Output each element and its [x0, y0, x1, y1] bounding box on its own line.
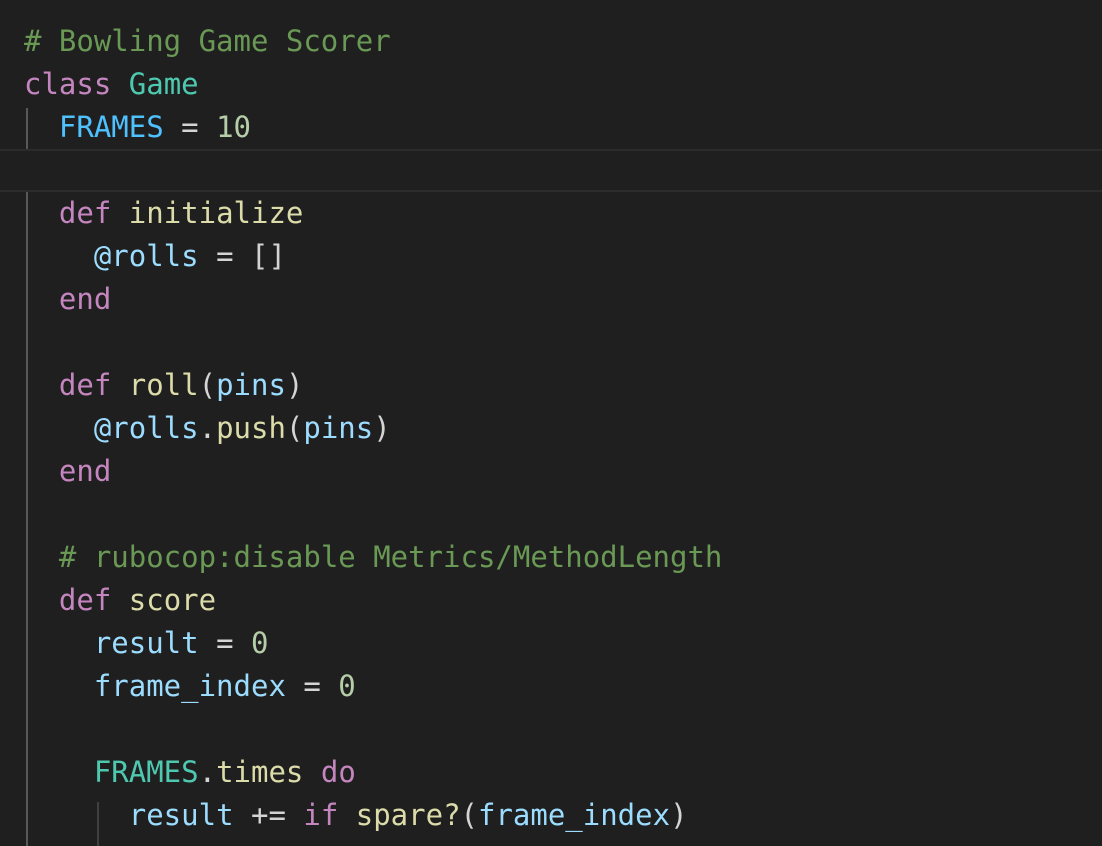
token-keyword: end	[58, 282, 112, 316]
token-func: times	[216, 755, 304, 789]
token-const: FRAMES	[58, 110, 164, 144]
code-line[interactable]: end	[0, 278, 1102, 321]
code-line[interactable]: @rolls = []	[0, 235, 1102, 278]
token-op	[24, 626, 94, 660]
token-op	[24, 669, 94, 703]
token-op	[24, 411, 94, 445]
code-line[interactable]: # Bowling Game Scorer	[0, 20, 1102, 63]
token-class: Game	[128, 67, 199, 101]
token-func: push	[216, 411, 286, 445]
token-op	[111, 196, 128, 230]
token-var: result	[128, 798, 234, 832]
token-number: 10	[216, 110, 251, 144]
token-op	[24, 282, 59, 316]
code-line[interactable]	[0, 321, 1102, 364]
token-op: = []	[198, 239, 286, 273]
token-keyword: do	[320, 755, 356, 789]
token-op: =	[285, 669, 339, 703]
code-line[interactable]: FRAMES.times do	[0, 751, 1102, 794]
code-line[interactable]: result += if spare?(frame_index)	[0, 794, 1102, 837]
code-line[interactable]: def score	[0, 579, 1102, 622]
token-keyword: def	[58, 196, 112, 230]
token-comment: # rubocop:disable Metrics/MethodLength	[58, 540, 723, 574]
token-ivar: @rolls	[93, 239, 199, 273]
code-line[interactable]: def roll(pins)	[0, 364, 1102, 407]
code-line[interactable]: class Game	[0, 63, 1102, 106]
token-punct: )	[373, 411, 391, 445]
token-op	[24, 755, 94, 789]
token-op: +=	[233, 798, 304, 832]
token-func: score	[128, 583, 217, 617]
code-line[interactable]: # rubocop:disable Metrics/MethodLength	[0, 536, 1102, 579]
token-op: =	[198, 626, 251, 660]
token-number: 0	[338, 669, 356, 703]
token-op	[24, 196, 59, 230]
token-keyword: end	[58, 454, 112, 488]
token-number: 0	[251, 626, 269, 660]
token-var: frame_index	[93, 669, 286, 703]
token-op	[24, 368, 59, 402]
token-keyword: if	[303, 798, 339, 832]
token-const-type: FRAMES	[93, 755, 199, 789]
token-punct: )	[285, 368, 304, 402]
token-func: spare?	[355, 798, 461, 832]
token-punct: (	[285, 411, 304, 445]
code-line[interactable]: end	[0, 450, 1102, 493]
code-editor[interactable]: # Bowling Game Scorer class Game FRAMES =…	[0, 0, 1102, 846]
token-keyword: def	[58, 583, 112, 617]
token-op	[24, 583, 59, 617]
token-keyword: class	[24, 67, 112, 101]
token-var: result	[93, 626, 199, 660]
token-punct: (	[460, 798, 478, 832]
token-var: pins	[303, 411, 374, 445]
code-line[interactable]	[0, 708, 1102, 751]
code-line[interactable]: result = 0	[0, 622, 1102, 665]
token-var: frame_index	[478, 798, 671, 832]
token-op	[24, 239, 94, 273]
token-func: initialize	[128, 196, 304, 230]
token-op	[111, 583, 128, 617]
token-punct: .	[198, 411, 217, 445]
token-op	[303, 755, 320, 789]
token-ivar: @rolls	[93, 411, 199, 445]
token-op	[24, 110, 59, 144]
token-op: =	[163, 110, 217, 144]
current-line[interactable]	[0, 149, 1102, 192]
code-line[interactable]: frame_index = 0	[0, 665, 1102, 708]
token-op	[111, 368, 128, 402]
token-func: roll	[128, 368, 199, 402]
token-op	[24, 540, 59, 574]
token-op	[24, 454, 59, 488]
token-comment: # Bowling Game Scorer	[24, 24, 391, 58]
code-line[interactable]: @rolls.push(pins)	[0, 407, 1102, 450]
token-punct: (	[198, 368, 217, 402]
token-op	[111, 67, 128, 101]
code-line[interactable]: FRAMES = 10	[0, 106, 1102, 149]
token-op	[338, 798, 355, 832]
token-var: pins	[216, 368, 286, 402]
code-line[interactable]: def initialize	[0, 192, 1102, 235]
token-op	[24, 798, 129, 832]
token-punct: )	[670, 798, 688, 832]
code-line[interactable]	[0, 493, 1102, 536]
token-punct: .	[198, 755, 217, 789]
token-keyword: def	[58, 368, 112, 402]
